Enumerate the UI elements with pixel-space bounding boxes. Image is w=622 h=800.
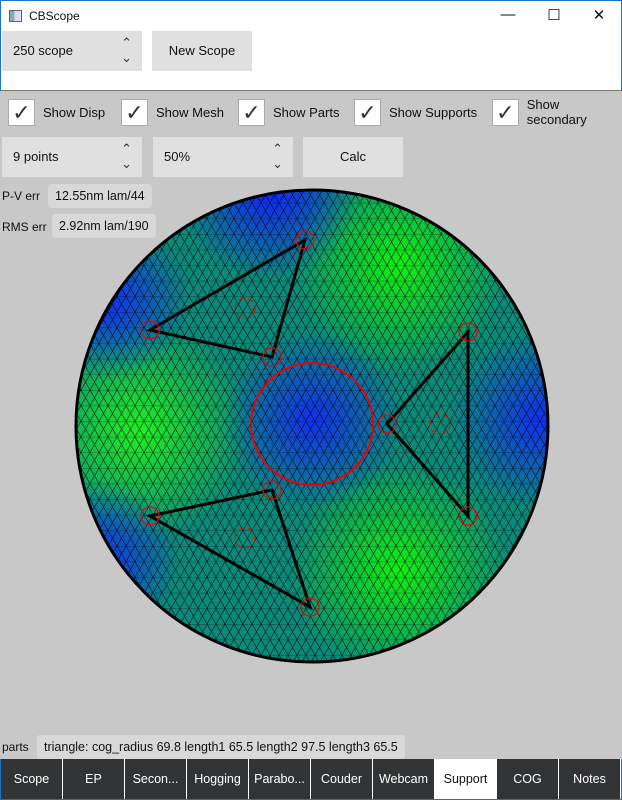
tab-secon[interactable]: Secon... (125, 759, 187, 799)
parts-label: parts (2, 740, 29, 754)
tab-parabo[interactable]: Parabo... (249, 759, 311, 799)
tab-cog[interactable]: COG (497, 759, 559, 799)
tab-bar: Scope EP Secon... Hogging Parabo... Couder Web… (0, 759, 622, 800)
tab-notes[interactable]: Notes (559, 759, 621, 799)
tab-couder[interactable]: Couder (311, 759, 373, 799)
tab-webcam[interactable]: Webcam (373, 759, 435, 799)
mesh-overlay (76, 190, 548, 662)
mirror-support-view (74, 188, 550, 664)
tab-support[interactable]: Support (435, 759, 497, 799)
displacement-map (76, 190, 548, 662)
tab-scope[interactable]: Scope (1, 759, 63, 799)
parts-value: triangle: cog_radius 69.8 length1 65.5 l… (37, 735, 405, 759)
tab-hogging[interactable]: Hogging (187, 759, 249, 799)
tab-ep[interactable]: EP (63, 759, 125, 799)
